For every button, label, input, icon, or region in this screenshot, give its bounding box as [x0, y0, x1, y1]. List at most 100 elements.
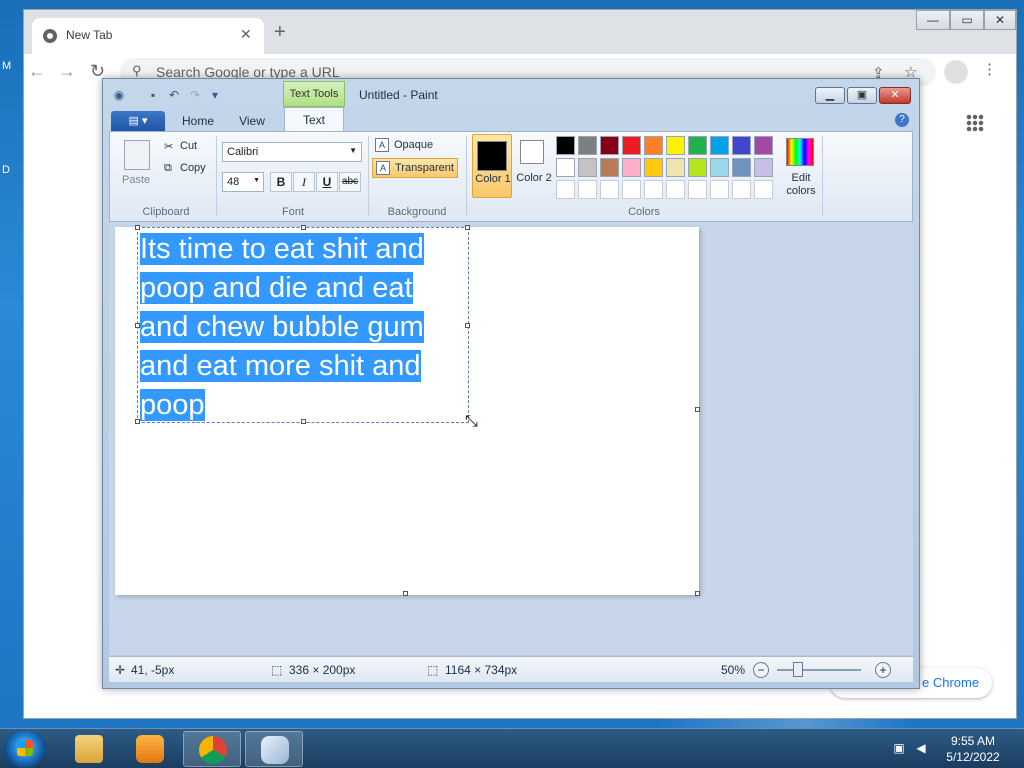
taskbar-chrome[interactable] — [183, 731, 241, 767]
palette-swatch[interactable] — [754, 158, 773, 177]
font-family-select[interactable]: Calibri ▼ — [222, 142, 362, 162]
palette-swatch[interactable] — [710, 158, 729, 177]
palette-swatch[interactable] — [666, 158, 685, 177]
paint-menu-button[interactable]: ▤ ▾ — [111, 111, 165, 131]
zoom-slider-thumb[interactable] — [793, 662, 803, 677]
back-icon[interactable]: ← — [28, 62, 46, 80]
text-tools-context-tab: Text Tools — [283, 81, 345, 107]
transparent-option[interactable]: A Transparent — [372, 158, 458, 178]
palette-swatch[interactable] — [732, 136, 751, 155]
undo-icon[interactable]: ↶ — [166, 88, 182, 102]
palette-swatch[interactable] — [578, 158, 597, 177]
new-tab-button[interactable]: + — [274, 22, 286, 42]
opaque-option[interactable]: A Opaque — [372, 136, 458, 156]
tab-text[interactable]: Text — [284, 107, 344, 132]
palette-swatch[interactable] — [578, 136, 597, 155]
menu-kebab-icon[interactable]: ⋮ — [982, 60, 997, 78]
copy-button[interactable]: Copy — [180, 162, 206, 174]
close-icon[interactable]: ✕ — [240, 26, 252, 43]
palette-swatch[interactable] — [622, 180, 641, 199]
palette-swatch[interactable] — [688, 180, 707, 199]
close-button[interactable]: ✕ — [984, 10, 1016, 30]
selection-size: 336 × 200px — [289, 663, 356, 677]
save-icon[interactable]: ▪ — [145, 88, 161, 102]
paint-maximize-button[interactable]: ▣ — [847, 87, 877, 104]
palette-swatch[interactable] — [600, 180, 619, 199]
palette-swatch[interactable] — [578, 180, 597, 199]
palette-swatch[interactable] — [556, 180, 575, 199]
network-icon[interactable]: ▣ — [892, 741, 906, 755]
canvas-text[interactable]: Its time to eat shit and poop and die an… — [140, 230, 424, 425]
strikethrough-button[interactable]: abc — [339, 172, 361, 192]
apps-grid-icon[interactable] — [966, 114, 984, 132]
start-button[interactable] — [4, 730, 46, 768]
font-size-select[interactable]: 48 ▼ — [222, 172, 264, 192]
copy-icon[interactable]: ⧉ — [164, 162, 172, 175]
minimize-button[interactable]: — — [916, 10, 950, 30]
edit-colors-button[interactable]: Edit colors — [778, 138, 824, 200]
canvas-resize-handle[interactable] — [695, 407, 700, 412]
taskbar-media-player[interactable] — [121, 731, 179, 767]
paint-close-button[interactable]: ✕ — [879, 87, 911, 104]
palette-swatch[interactable] — [600, 158, 619, 177]
paint-app-icon[interactable]: ◉ — [111, 88, 127, 102]
paste-icon[interactable] — [124, 140, 150, 170]
palette-swatch[interactable] — [556, 158, 575, 177]
tab-view[interactable]: View — [227, 111, 277, 131]
palette-swatch[interactable] — [732, 158, 751, 177]
underline-button[interactable]: U — [316, 172, 338, 192]
color1-button[interactable]: Color 1 — [472, 134, 512, 198]
resize-handle[interactable] — [465, 323, 470, 328]
resize-handle[interactable] — [135, 225, 140, 230]
zoom-in-button[interactable]: + — [875, 662, 891, 678]
resize-handle[interactable] — [301, 419, 306, 424]
desktop-icon-label[interactable]: M — [2, 60, 11, 72]
color2-button[interactable]: Color 2 — [514, 134, 554, 198]
cut-button[interactable]: Cut — [180, 140, 197, 152]
palette-swatch[interactable] — [688, 158, 707, 177]
forward-icon[interactable]: → — [58, 62, 76, 80]
palette-swatch[interactable] — [710, 136, 729, 155]
maximize-button[interactable]: ▭ — [950, 10, 984, 30]
palette-swatch[interactable] — [600, 136, 619, 155]
taskbar-explorer[interactable] — [60, 731, 118, 767]
palette-swatch[interactable] — [754, 180, 773, 199]
zoom-slider-track[interactable] — [777, 669, 861, 671]
redo-icon[interactable]: ↷ — [187, 88, 203, 102]
resize-handle[interactable] — [135, 323, 140, 328]
palette-swatch[interactable] — [622, 158, 641, 177]
customize-qat-icon[interactable]: ▾ — [207, 88, 223, 102]
resize-handle[interactable] — [301, 225, 306, 230]
text-box[interactable]: Its time to eat shit and poop and die an… — [135, 225, 470, 425]
bold-button[interactable]: B — [270, 172, 292, 192]
resize-handle[interactable] — [135, 419, 140, 424]
paste-button[interactable]: Paste — [122, 174, 150, 186]
palette-swatch[interactable] — [622, 136, 641, 155]
palette-swatch[interactable] — [754, 136, 773, 155]
canvas-resize-handle[interactable] — [403, 591, 408, 596]
palette-swatch[interactable] — [644, 180, 663, 199]
palette-swatch[interactable] — [666, 180, 685, 199]
palette-swatch[interactable] — [644, 158, 663, 177]
palette-swatch[interactable] — [732, 180, 751, 199]
palette-swatch[interactable] — [644, 136, 663, 155]
palette-swatch[interactable] — [688, 136, 707, 155]
paint-minimize-button[interactable]: ▁ — [815, 87, 845, 104]
canvas-resize-handle[interactable] — [695, 591, 700, 596]
palette-swatch[interactable] — [710, 180, 729, 199]
taskbar-clock[interactable]: 9:55 AM 5/12/2022 — [938, 733, 1008, 765]
cut-icon[interactable]: ✂ — [164, 140, 173, 153]
resize-handle[interactable] — [465, 225, 470, 230]
taskbar-paint[interactable] — [245, 731, 303, 767]
italic-button[interactable]: I — [293, 172, 315, 192]
zoom-out-button[interactable]: − — [753, 662, 769, 678]
volume-icon[interactable]: ◀ — [914, 741, 928, 755]
help-icon[interactable]: ? — [895, 113, 909, 127]
profile-avatar[interactable] — [944, 60, 968, 84]
palette-swatch[interactable] — [666, 136, 685, 155]
drawing-canvas[interactable]: Its time to eat shit and poop and die an… — [115, 225, 700, 596]
palette-swatch[interactable] — [556, 136, 575, 155]
tab-home[interactable]: Home — [173, 111, 223, 131]
desktop-icon-label[interactable]: D — [2, 164, 10, 176]
chrome-tab[interactable]: New Tab ✕ — [32, 18, 264, 54]
